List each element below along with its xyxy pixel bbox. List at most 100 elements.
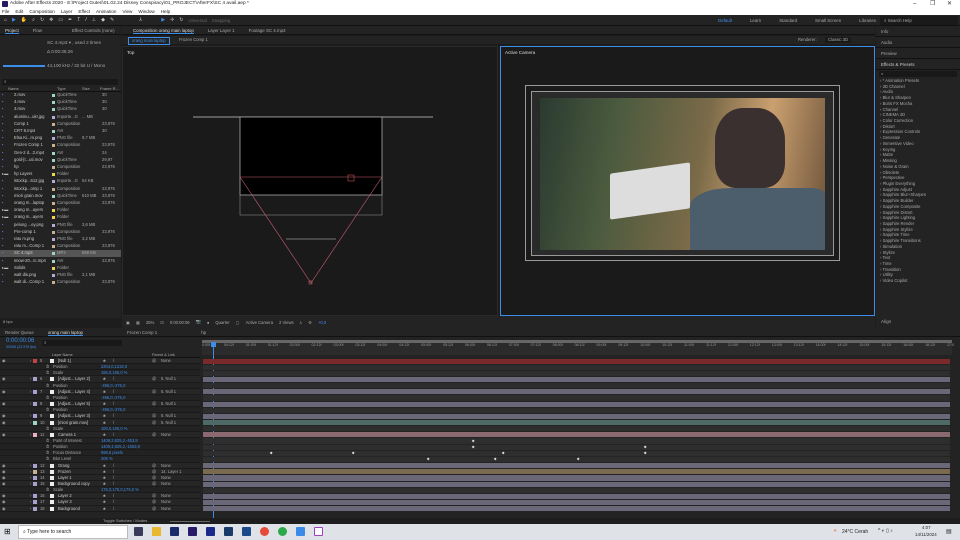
layer-label-color[interactable]: [33, 463, 37, 468]
layer-duration-bar[interactable]: [203, 469, 950, 475]
layer-name[interactable]: Background: [58, 506, 80, 512]
tab-layer[interactable]: Layer Layer 1: [208, 26, 235, 34]
label-color-swatch[interactable]: [52, 180, 55, 184]
windows-start-icon[interactable]: ⊞: [4, 527, 11, 536]
puppet-tool-icon[interactable]: ✎: [110, 17, 114, 23]
label-color-swatch[interactable]: [52, 158, 55, 162]
exposure-value[interactable]: +0,0: [318, 320, 326, 325]
close-button[interactable]: ✕: [947, 0, 952, 8]
camera-select[interactable]: Active Camera: [246, 320, 273, 325]
file-explorer-icon[interactable]: [152, 527, 161, 536]
renderer-select[interactable]: Classic 3D: [825, 37, 852, 43]
premiere-pro-icon[interactable]: [170, 527, 179, 536]
eraser-tool-icon[interactable]: ◆: [101, 17, 105, 23]
clock-time[interactable]: 4:07: [922, 525, 931, 530]
layer-duration-bar[interactable]: [203, 475, 950, 481]
label-color-swatch[interactable]: [52, 94, 55, 97]
label-color-swatch[interactable]: [52, 266, 55, 270]
label-color-swatch[interactable]: [52, 259, 55, 263]
tab-frozen-comp[interactable]: Frozen Comp 1: [127, 328, 157, 336]
menu-layer[interactable]: Layer: [61, 8, 73, 15]
project-item[interactable]: ▪ walt di...Comp 1 Composition 23,976: [0, 279, 121, 286]
label-color-swatch[interactable]: [52, 216, 55, 220]
axis-tool-icon[interactable]: ⅄: [139, 17, 142, 23]
snapshot-icon[interactable]: 📷: [196, 319, 201, 325]
after-effects-icon[interactable]: [188, 527, 197, 536]
system-tray-icons[interactable]: ^ ◐ ▯ ♪: [878, 528, 893, 534]
photoshop-icon[interactable]: [242, 527, 251, 536]
layer-label-color[interactable]: [33, 475, 37, 480]
layer-duration-bar[interactable]: [203, 432, 950, 438]
project-item[interactable]: ▪ hp Composition 23,976: [0, 164, 121, 171]
label-color-swatch[interactable]: [52, 101, 55, 105]
project-item[interactable]: ▪ Comp 1 Composition 23,976: [0, 121, 121, 128]
layer-label-color[interactable]: [33, 506, 37, 511]
views-select[interactable]: 2 Views: [279, 320, 294, 325]
effects-presets-header[interactable]: Effects & Presets: [876, 59, 960, 70]
audition-icon[interactable]: [206, 527, 215, 536]
preview-section[interactable]: Preview: [876, 48, 960, 59]
pick-whip-icon[interactable]: @: [152, 506, 156, 512]
project-item[interactable]: ▪ pelung ...ey.png PNG file 3,6 MB: [0, 222, 121, 229]
selection-tool-icon[interactable]: ▶: [12, 17, 16, 23]
playhead-handle[interactable]: [211, 342, 216, 347]
project-item[interactable]: ▸▬ orang m...ayers Folder: [0, 214, 121, 221]
lightroom-icon[interactable]: [224, 527, 233, 536]
brush-tool-icon[interactable]: /: [85, 17, 86, 23]
effect-category[interactable]: › Video Copilot: [876, 278, 960, 284]
timecode-display[interactable]: 0:00:00:06: [170, 320, 190, 325]
project-item[interactable]: ▪ Gen-2 d...2.mp4 AVI 24: [0, 150, 121, 157]
type-tool-icon[interactable]: T: [77, 17, 80, 23]
project-item[interactable]: ▪ snow-20...tc.mp4 AVI 23,976: [0, 258, 121, 265]
layer-label-color[interactable]: [33, 414, 37, 419]
layer-label-color[interactable]: [33, 494, 37, 499]
tab-flow[interactable]: Flow: [33, 26, 42, 34]
layer-duration-bar[interactable]: [203, 401, 950, 407]
menu-view[interactable]: View: [122, 8, 132, 15]
zoom-select[interactable]: 25%: [146, 320, 154, 325]
layer-duration-bar[interactable]: [203, 358, 950, 364]
time-ruler[interactable]: 0:00f 00:12f 01:00f 01:12f 02:00f 02:12f 03:00…: [202, 340, 954, 355]
label-color-swatch[interactable]: [52, 202, 55, 205]
maximize-button[interactable]: ❐: [930, 0, 935, 8]
universal-label[interactable]: Universal: [188, 18, 206, 23]
breadcrumb-frozen-comp[interactable]: Frozen Comp 1: [179, 36, 208, 44]
layer-duration-bar[interactable]: [203, 389, 950, 395]
resolution-select[interactable]: Quarter: [215, 320, 229, 325]
project-item[interactable]: ▪ SC 4.mp3 MP3 559 KB: [0, 250, 121, 258]
hand-tool-icon[interactable]: ✋: [21, 17, 27, 23]
menu-help[interactable]: Help: [161, 8, 170, 15]
project-item[interactable]: ▪ ratu m...Comp 1 Composition 23,976: [0, 243, 121, 250]
label-color-swatch[interactable]: [52, 122, 55, 126]
always-preview-icon[interactable]: ▣: [126, 320, 130, 325]
timeline-search-input[interactable]: ⌕: [42, 340, 122, 346]
label-color-swatch[interactable]: [52, 274, 55, 277]
menu-edit[interactable]: Edit: [15, 8, 23, 15]
layer-label-color[interactable]: [33, 359, 37, 363]
rectangle-tool-icon[interactable]: ▭: [58, 17, 63, 23]
menu-composition[interactable]: Composition: [29, 8, 55, 15]
label-color-swatch[interactable]: [52, 230, 55, 234]
layer-duration-bar[interactable]: [203, 376, 950, 383]
layer-label-color[interactable]: [33, 402, 37, 407]
menu-effect[interactable]: Effect: [78, 8, 90, 15]
layer-duration-bar[interactable]: [203, 413, 950, 420]
menu-window[interactable]: Window: [138, 8, 154, 15]
snapping-checkbox[interactable]: Snapping: [212, 18, 231, 23]
label-color-swatch[interactable]: [52, 115, 55, 119]
project-item[interactable]: ▪ aluminu...ukr.jpg Importe...G ... MB: [0, 114, 121, 121]
color-channels-icon[interactable]: ●: [207, 320, 210, 325]
project-item[interactable]: ▸▬ Solids Folder: [0, 265, 121, 272]
chrome-icon[interactable]: [260, 527, 269, 536]
top-view[interactable]: Top: [122, 46, 498, 316]
tab-hp[interactable]: hp: [201, 328, 206, 336]
tab-render-queue[interactable]: Render Queue: [5, 328, 34, 336]
tab-orang-main-laptop[interactable]: orang main laptop: [47, 328, 83, 336]
layer-duration-bar[interactable]: [203, 420, 950, 426]
label-color-swatch[interactable]: [52, 209, 55, 213]
notifications-icon[interactable]: ▤: [946, 528, 952, 535]
flowchart-icon[interactable]: ⅄: [300, 320, 303, 325]
project-item[interactable]: ▪ ratu m.png PNG file 3,2 MB: [0, 236, 121, 243]
project-item[interactable]: ▪ istockp...omp 1 Composition 23,976: [0, 186, 121, 193]
menu-animation[interactable]: Animation: [96, 8, 116, 15]
